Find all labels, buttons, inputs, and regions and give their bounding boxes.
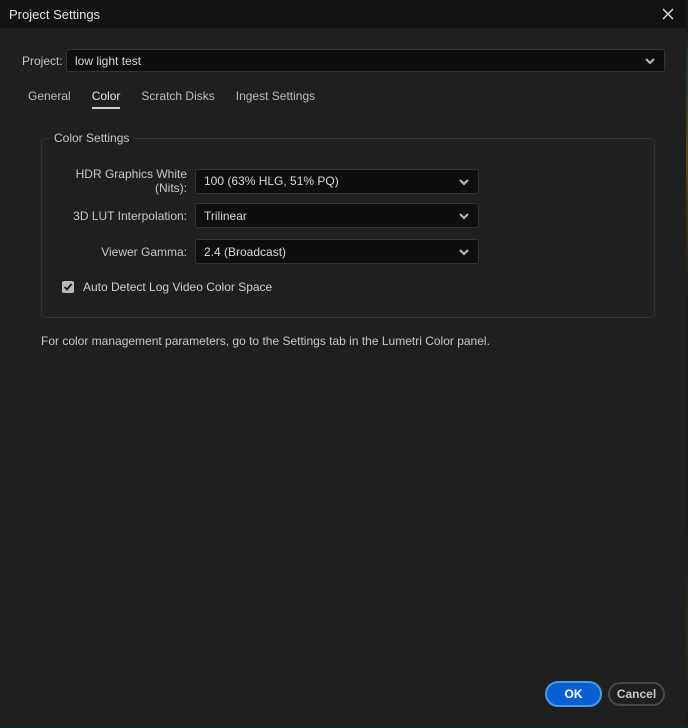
auto-detect-log-checkbox[interactable] [62,281,74,293]
lut-interpolation-value: Trilinear [204,208,247,223]
color-settings-legend: Color Settings [50,131,134,145]
lut-interpolation-label: 3D LUT Interpolation: [73,208,187,223]
viewer-gamma-dropdown[interactable]: 2.4 (Broadcast) [195,239,479,264]
chevron-down-icon [459,178,469,185]
dialog-title: Project Settings [9,6,101,22]
project-label: Project: [22,53,63,68]
hdr-graphics-white-dropdown[interactable]: 100 (63% HLG, 51% PQ) [195,168,479,194]
tab-ingest-settings[interactable]: Ingest Settings [236,89,315,109]
hdr-graphics-white-row: HDR Graphics White (Nits): 100 (63% HLG,… [42,167,479,195]
close-button[interactable] [658,4,678,24]
title-bar: Project Settings [0,0,686,28]
chevron-down-icon [645,58,655,65]
tab-bar: General Color Scratch Disks Ingest Setti… [28,89,336,109]
viewer-gamma-value: 2.4 (Broadcast) [204,244,287,259]
project-dropdown-value: low light test [75,53,142,68]
color-settings-group: Color Settings HDR Graphics White (Nits)… [41,131,655,318]
project-dropdown[interactable]: low light test [66,49,665,72]
hdr-graphics-white-label: HDR Graphics White (Nits): [75,167,187,195]
cancel-button[interactable]: Cancel [608,682,665,706]
chevron-down-icon [459,213,469,220]
project-row: Project: low light test [22,49,665,72]
checkmark-icon [63,283,73,291]
hdr-graphics-white-value: 100 (63% HLG, 51% PQ) [204,174,339,188]
tab-general[interactable]: General [28,89,71,109]
tab-scratch-disks[interactable]: Scratch Disks [141,89,214,109]
viewer-gamma-label: Viewer Gamma: [101,244,187,259]
ok-button[interactable]: OK [545,681,602,707]
chevron-down-icon [459,249,469,256]
auto-detect-log-checkbox-row[interactable]: Auto Detect Log Video Color Space [62,280,272,294]
project-settings-dialog: Project Settings Project: low light test… [0,0,686,728]
lut-interpolation-row: 3D LUT Interpolation: Trilinear [42,203,479,228]
auto-detect-log-label: Auto Detect Log Video Color Space [83,280,273,294]
tab-color[interactable]: Color [91,89,120,109]
close-icon [662,8,674,20]
lut-interpolation-dropdown[interactable]: Trilinear [195,203,479,228]
color-management-info: For color management parameters, go to t… [41,334,490,348]
viewer-gamma-row: Viewer Gamma: 2.4 (Broadcast) [42,239,479,264]
